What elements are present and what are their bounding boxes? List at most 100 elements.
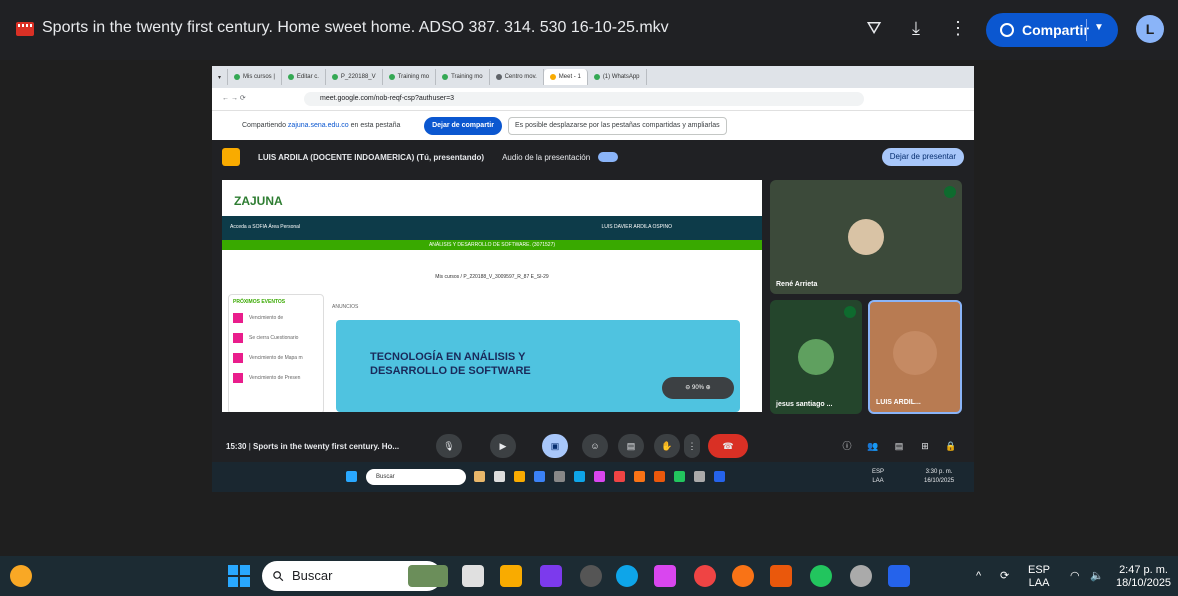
breadcrumb: Mis cursos / P_220188_V_3009597_R_87 E_S…: [435, 274, 549, 280]
browser-tab[interactable]: Editar c.: [282, 69, 326, 85]
list-item: Vencimiento de Mapa m: [233, 351, 319, 365]
audio-toggle[interactable]: [598, 152, 619, 162]
browser-tab-strip: ▾ Mis cursos | Editar c. P_220188_V Trai…: [212, 66, 974, 88]
start-icon: [346, 471, 357, 482]
program-banner: ANÁLISIS Y DESARROLLO DE SOFTWARE. (3071…: [222, 240, 762, 250]
browser-tab[interactable]: P_220188_V: [326, 69, 383, 85]
wifi-icon[interactable]: ◠: [1070, 570, 1080, 583]
task-view-icon[interactable]: [462, 565, 484, 587]
app-icon: [474, 471, 485, 482]
start-button[interactable]: [228, 565, 250, 587]
browser-tab[interactable]: Training mo: [436, 69, 490, 85]
browser-tab[interactable]: Centro mov.: [490, 69, 544, 85]
section-title: ANUNCIOS: [332, 304, 359, 310]
file-title: Sports in the twenty first century. Home…: [42, 19, 669, 36]
shared-screen: ZAJUNA Acceda a SOFIA Área Personal LUIS…: [222, 180, 762, 412]
tab-sharing-bar: Compartiendo zajuna.sena.edu.co en esta …: [212, 110, 974, 140]
camera-button[interactable]: ▶: [490, 434, 516, 458]
zajuna-logo: ZAJUNA: [234, 194, 283, 208]
search-box: Buscar: [366, 469, 466, 485]
folder-icon: [514, 471, 525, 482]
participant-tile[interactable]: jesus santiago ...: [770, 300, 862, 414]
participant-tile[interactable]: René Arrieta: [770, 180, 962, 294]
tab-menu-icon[interactable]: ▾: [212, 69, 228, 85]
events-panel: PRÓXIMOS EVENTOS Vencimiento de Se cierr…: [228, 294, 324, 412]
sharing-text: Compartiendo zajuna.sena.edu.co en esta …: [242, 122, 401, 129]
widgets-icon[interactable]: [408, 565, 448, 587]
opera-icon: [614, 471, 625, 482]
share-label: Compartir: [1022, 22, 1089, 38]
app-icon[interactable]: [580, 565, 602, 587]
activities-icon[interactable]: ⊞: [912, 434, 938, 458]
host-controls-icon[interactable]: 🔒: [938, 434, 964, 458]
emoji-button[interactable]: ☺: [582, 434, 608, 458]
app-icon[interactable]: [540, 565, 562, 587]
browser-tab[interactable]: Mis cursos |: [228, 69, 282, 85]
firefox-icon[interactable]: [732, 565, 754, 587]
mic-button[interactable]: 🎙: [436, 434, 462, 458]
sharing-info: Es posible desplazarse por las pestañas …: [508, 117, 727, 135]
word-icon: [714, 471, 725, 482]
presenting-bar: LUIS ARDILA (DOCENTE INDOAMERICA) (Tú, p…: [222, 144, 964, 170]
participant-video: [893, 331, 937, 375]
app-icon[interactable]: [654, 565, 676, 587]
mic-badge-icon: [944, 186, 956, 198]
audio-label: Audio de la presentación: [502, 152, 591, 162]
app-tray-icon[interactable]: ⟳: [1000, 570, 1009, 583]
video-player[interactable]: ▾ Mis cursos | Editar c. P_220188_V Trai…: [212, 66, 974, 492]
volume-icon[interactable]: 🔈: [1090, 570, 1104, 583]
clock: 3:30 p. m. 16/10/2025: [924, 469, 955, 484]
chevron-up-icon[interactable]: ^: [976, 570, 981, 583]
participant-avatar: [798, 339, 834, 375]
share-button[interactable]: Compartir ▼: [986, 13, 1118, 47]
notification-app-icon[interactable]: [10, 565, 32, 587]
opera-icon[interactable]: [694, 565, 716, 587]
brave-icon[interactable]: [770, 565, 792, 587]
mic-badge-icon: [844, 306, 856, 318]
zoom-control[interactable]: ⊖ 90% ⊕: [662, 377, 734, 399]
stop-presenting-button[interactable]: Dejar de presentar: [881, 148, 964, 166]
url-field[interactable]: meet.google.com/nob-reqf-csp?authuser=3: [304, 92, 864, 106]
participant-tile-self[interactable]: LUIS ARDIL...: [868, 300, 962, 414]
chrome-icon[interactable]: [810, 565, 832, 587]
video-file-icon: [16, 22, 34, 36]
word-icon[interactable]: [888, 565, 910, 587]
leave-call-button[interactable]: ☎: [708, 434, 748, 458]
app-icon: [694, 471, 705, 482]
app-icon[interactable]: [850, 565, 872, 587]
clock[interactable]: 2:47 p. m. 18/10/2025: [1116, 564, 1171, 590]
address-bar: ← → ⟳ meet.google.com/nob-reqf-csp?authu…: [212, 88, 974, 110]
meeting-info: 15:30 | Sports in the twenty first centu…: [226, 442, 400, 451]
people-icon[interactable]: 👥: [860, 434, 886, 458]
file-viewer-header: Sports in the twenty first century. Home…: [0, 0, 1178, 60]
list-item: Se cierra Cuestionario: [233, 331, 319, 345]
participant-avatar: [848, 219, 884, 255]
app-icon: [554, 471, 565, 482]
info-icon[interactable]: ⓘ: [834, 434, 860, 458]
presenter-label: LUIS ARDILA (DOCENTE INDOAMERICA) (Tú, p…: [258, 152, 485, 162]
recorded-taskbar: Buscar ESP LAA 3:30 p. m. 16/10/2025: [212, 462, 974, 492]
edge-icon[interactable]: [616, 565, 638, 587]
more-options-icon[interactable]: ⋮: [684, 434, 700, 458]
chat-icon[interactable]: ▤: [886, 434, 912, 458]
chevron-down-icon[interactable]: ▼: [1094, 22, 1104, 33]
raise-hand-button[interactable]: ✋: [654, 434, 680, 458]
present-button[interactable]: ▣: [542, 434, 568, 458]
stop-sharing-button[interactable]: Dejar de compartir: [424, 117, 502, 135]
windows-taskbar: Buscar ^ ⟳ ESP LAA ◠ 🔈 2:47 p. m. 18/10/…: [0, 556, 1178, 596]
browser-tab[interactable]: Training mo: [383, 69, 437, 85]
file-explorer-icon[interactable]: [500, 565, 522, 587]
browser-tab-active[interactable]: Meet - 1: [543, 69, 588, 85]
nav-arrows-icon[interactable]: ← → ⟳: [222, 94, 246, 102]
add-to-drive-icon[interactable]: ⛛: [862, 18, 886, 39]
captions-button[interactable]: ▤: [618, 434, 644, 458]
download-icon[interactable]: ⤓: [904, 18, 928, 39]
firefox-icon: [634, 471, 645, 482]
browser-tab[interactable]: (1) WhatsApp: [588, 69, 647, 85]
avatar[interactable]: L: [1136, 15, 1164, 43]
chrome-icon: [674, 471, 685, 482]
language-indicator: ESP LAA: [872, 469, 885, 484]
meet-controls: 15:30 | Sports in the twenty first centu…: [212, 430, 974, 464]
language-indicator[interactable]: ESP LAA: [1028, 564, 1050, 590]
more-options-icon[interactable]: ⋮: [946, 18, 970, 39]
